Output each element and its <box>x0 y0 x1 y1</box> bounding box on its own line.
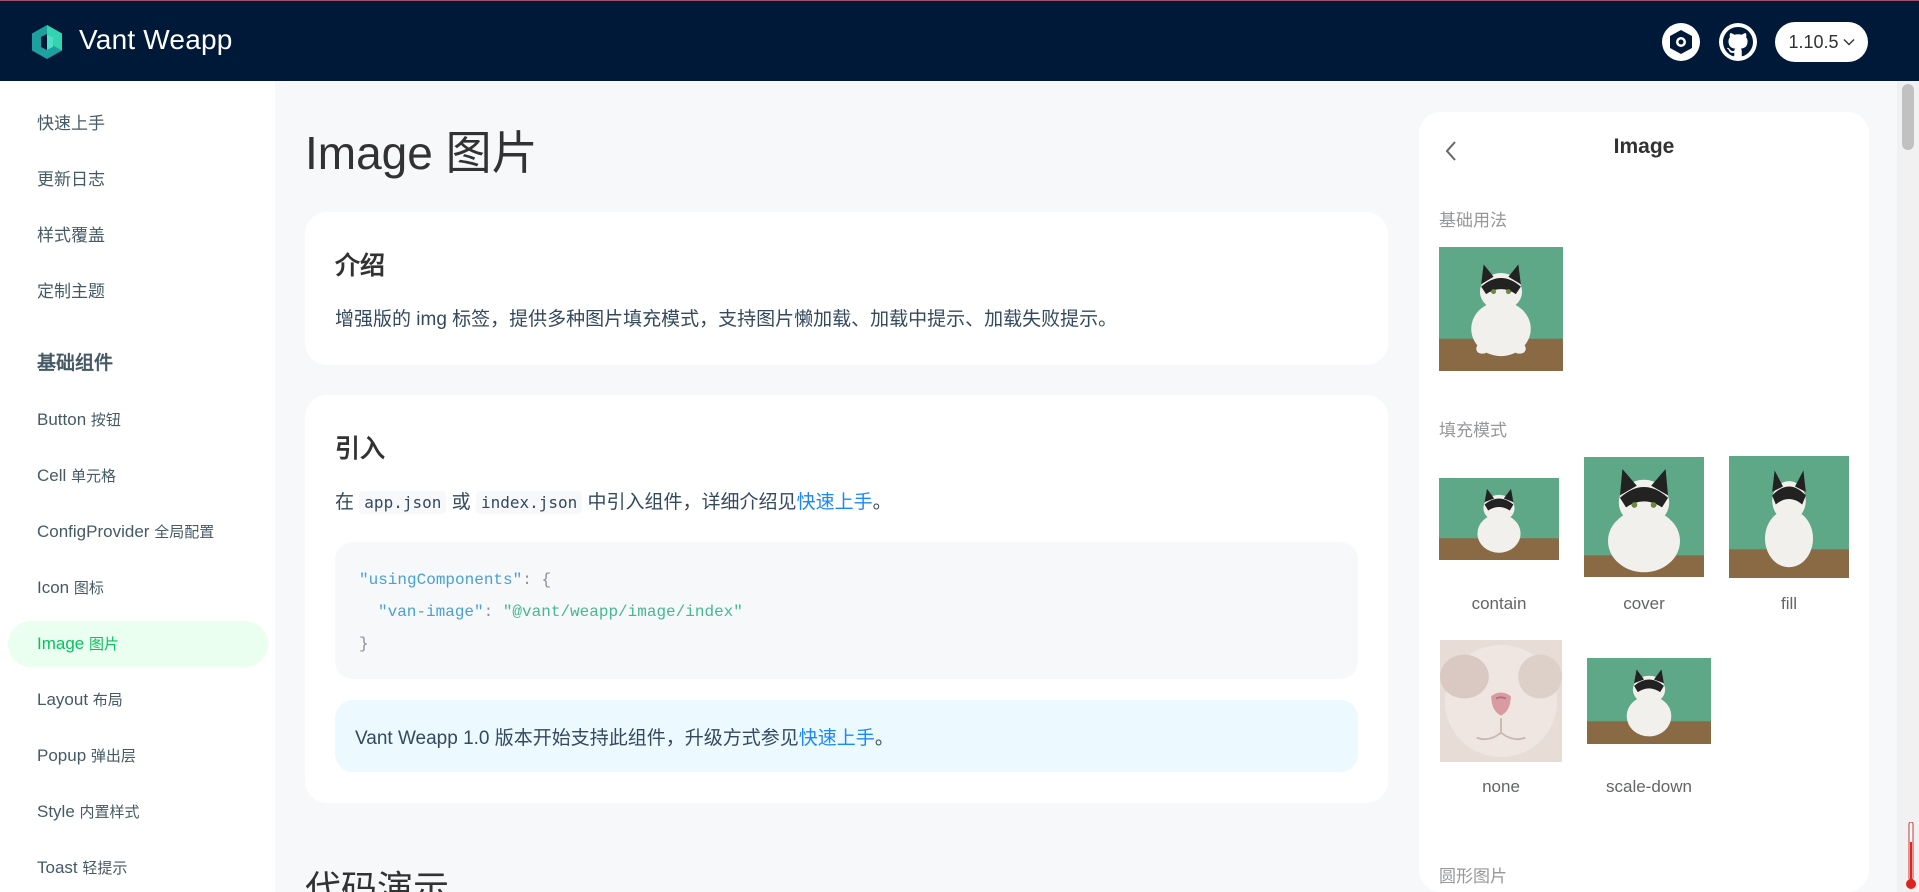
code-line-3: } <box>359 635 369 653</box>
thermometer-icon <box>1906 822 1916 889</box>
sidebar-item-style[interactable]: Style 内置样式 <box>37 801 140 822</box>
intro-heading: 介绍 <box>335 252 386 280</box>
sidebar-item-popup[interactable]: Popup 弹出层 <box>37 745 136 766</box>
code-block[interactable]: "usingComponents": { "van-image": "@vant… <box>335 542 1358 679</box>
version-tip: Vant Weapp 1.0 版本开始支持此组件，升级方式参见快速上手。 <box>335 700 1358 772</box>
code-punct: : <box>483 603 503 621</box>
code-key: "usingComponents" <box>359 571 523 589</box>
import-text-part: 。 <box>872 492 892 513</box>
chevron-down-icon <box>1843 39 1855 46</box>
code-key: "van-image" <box>378 603 484 621</box>
version-label: 1.10.5 <box>1788 31 1839 52</box>
vant-logo-icon[interactable] <box>32 25 62 59</box>
tip-text: 。 <box>874 728 894 749</box>
scrollbar-thumb[interactable] <box>1902 84 1914 150</box>
import-heading: 引入 <box>335 435 386 463</box>
import-text-part: 中引入组件，详细介绍见 <box>587 492 797 513</box>
quickstart-link[interactable]: 快速上手 <box>797 492 873 513</box>
tip-quickstart-link[interactable]: 快速上手 <box>799 728 875 749</box>
file-code: index.json <box>475 491 583 514</box>
nav-name: Popup <box>37 746 87 765</box>
nav-cn: 轻提示 <box>82 860 128 877</box>
code-punct: : { <box>522 571 552 589</box>
nav-name: Style <box>37 802 75 821</box>
nav-name: ConfigProvider <box>37 522 150 541</box>
nav-cn: 图片 <box>88 636 119 653</box>
page-title: Image 图片 <box>305 127 538 179</box>
section-demo-title: 代码演示 <box>305 868 450 892</box>
page-scrollbar[interactable] <box>1897 81 1919 892</box>
code-line-2: "van-image": "@vant/weapp/image/index" <box>359 596 1358 628</box>
sidebar-item-icon[interactable]: Icon 图标 <box>37 577 104 598</box>
tip-text: Vant Weapp 1.0 版本开始支持此组件，升级方式参见 <box>355 728 799 749</box>
import-card: 引入 在 app.json 或 index.json 中引入组件，详细介绍见快速… <box>305 395 1388 803</box>
nav-cn: 单元格 <box>71 468 117 485</box>
version-select[interactable]: 1.10.5 <box>1775 22 1868 62</box>
mobile-simulator: Image 基础用法 填充模式 contain cover fill none … <box>1419 112 1869 892</box>
github-icon[interactable] <box>1719 23 1757 61</box>
basic-usage-label: 基础用法 <box>1439 211 1507 230</box>
hexagon-logo-icon <box>1670 30 1692 54</box>
nav-name: Cell <box>37 466 67 485</box>
github-mark-icon <box>1723 27 1753 57</box>
sidebar-item-style-override[interactable]: 样式覆盖 <box>37 221 105 246</box>
import-text-part: 在 <box>335 492 355 513</box>
intro-text: 增强版的 img 标签，提供多种图片填充模式，支持图片懒加载、加载中提示、加载失… <box>335 309 1118 330</box>
caption-fill: fill <box>1780 594 1798 613</box>
sidebar-item-configprovider[interactable]: ConfigProvider 全局配置 <box>37 521 214 542</box>
simulator-title: Image <box>1613 135 1675 158</box>
none-image[interactable] <box>1439 640 1563 762</box>
sidebar-item-toast[interactable]: Toast 轻提示 <box>37 857 127 878</box>
file-code: app.json <box>359 491 447 514</box>
cover-image[interactable] <box>1584 456 1704 578</box>
fill-mode-label: 填充模式 <box>1439 421 1507 440</box>
sidebar-item-changelog[interactable]: 更新日志 <box>37 165 105 190</box>
fill-image[interactable] <box>1729 456 1849 578</box>
sidebar-item-quickstart[interactable]: 快速上手 <box>37 109 105 134</box>
caption-scale-down: scale-down <box>1606 777 1692 796</box>
sidebar-item-layout[interactable]: Layout 布局 <box>37 689 123 710</box>
caption-cover: cover <box>1623 594 1665 613</box>
round-image-label: 圆形图片 <box>1439 867 1507 886</box>
code-string: "@vant/weapp/image/index" <box>502 603 743 621</box>
top-header: Vant Weapp 1.10.5 <box>0 0 1919 81</box>
contain-image[interactable] <box>1439 478 1559 560</box>
nav-cn: 图标 <box>73 580 104 597</box>
nav-cn: 内置样式 <box>79 804 140 821</box>
nav-cn: 全局配置 <box>154 524 215 541</box>
scale-down-image[interactable] <box>1587 658 1711 744</box>
nav-name: Toast <box>37 858 78 877</box>
nav-name: Button <box>37 410 87 429</box>
sidebar-item-custom-theme[interactable]: 定制主题 <box>37 277 105 302</box>
sidebar-nav: 快速上手 更新日志 样式覆盖 定制主题 基础组件 Button 按钮 Cell … <box>0 81 275 892</box>
caption-contain: contain <box>1471 594 1527 613</box>
intro-card: 介绍 增强版的 img 标签，提供多种图片填充模式，支持图片懒加载、加载中提示、… <box>305 212 1388 365</box>
nav-name: Icon <box>37 578 70 597</box>
import-text-part: 或 <box>451 492 471 513</box>
nav-name: Layout <box>37 690 89 709</box>
nav-cn: 按钮 <box>90 412 121 429</box>
caption-none: none <box>1482 777 1520 796</box>
doc-content: Image 图片 介绍 增强版的 img 标签，提供多种图片填充模式，支持图片懒… <box>275 81 1405 892</box>
sidebar-item-button[interactable]: Button 按钮 <box>37 409 121 430</box>
sidebar-item-image[interactable]: Image 图片 <box>37 633 119 654</box>
sidebar-item-cell[interactable]: Cell 单元格 <box>37 465 116 486</box>
code-line-1: "usingComponents": { <box>359 564 1358 596</box>
nav-cn: 布局 <box>92 692 123 709</box>
cat-image[interactable] <box>1439 247 1563 371</box>
nav-name: Image <box>37 634 85 653</box>
nav-cn: 弹出层 <box>90 748 136 765</box>
brand-title[interactable]: Vant Weapp <box>79 24 233 56</box>
import-text: 在 app.json 或 index.json 中引入组件，详细介绍见快速上手。 <box>335 487 892 514</box>
weapp-icon[interactable] <box>1662 23 1700 61</box>
sidebar-group-basic: 基础组件 <box>37 353 114 374</box>
